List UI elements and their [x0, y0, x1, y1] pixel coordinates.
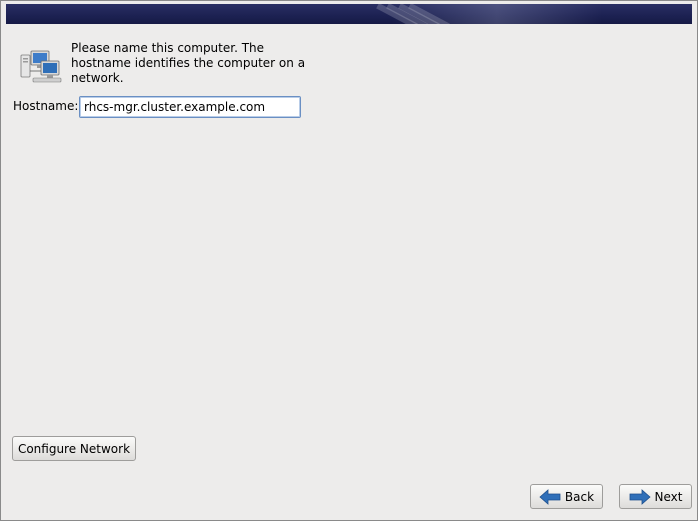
arrow-left-icon [539, 488, 561, 505]
hostname-label: Hostname: [13, 99, 79, 113]
next-button[interactable]: Next [619, 484, 692, 509]
arrow-right-icon [629, 488, 651, 505]
network-computers-icon [20, 50, 62, 83]
configure-network-label: Configure Network [17, 441, 131, 456]
back-label: Back [564, 489, 595, 504]
configure-network-button[interactable]: Configure Network [12, 436, 136, 461]
next-label: Next [654, 489, 683, 504]
intro-line-3: network. [71, 71, 124, 85]
header-banner [6, 4, 692, 24]
intro-line-1: Please name this computer. The [71, 41, 265, 55]
installer-window: Please name this computer. The hostname … [0, 0, 698, 521]
intro-text: Please name this computer. The hostname … [71, 41, 311, 86]
intro-line-2: hostname identifies the computer on a [71, 56, 306, 70]
back-button[interactable]: Back [530, 484, 603, 509]
hostname-input[interactable] [79, 96, 301, 118]
